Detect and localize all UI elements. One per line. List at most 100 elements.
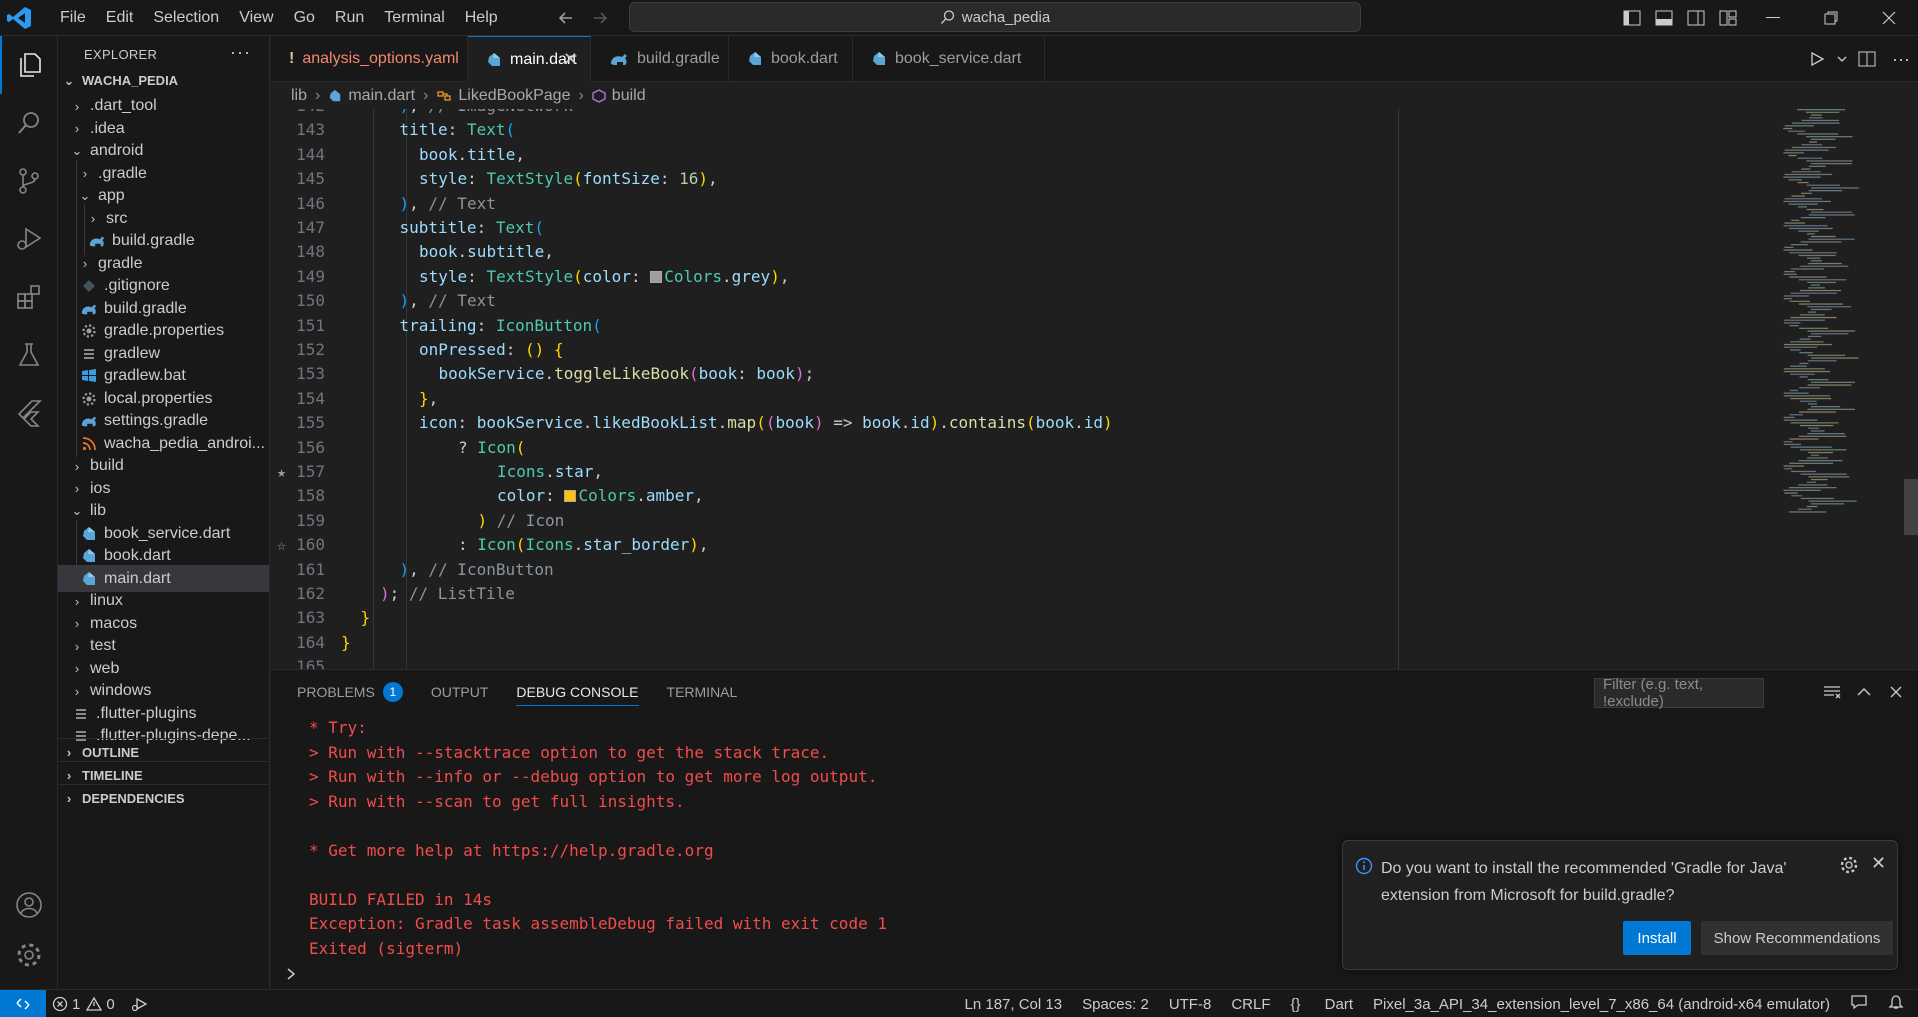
minimap-line (1783, 368, 1825, 370)
indentation[interactable]: Spaces: 2 (1082, 996, 1149, 1013)
console-line: BUILD FAILED in 14s (309, 889, 493, 909)
project-root[interactable]: ⌄ WACHA_PEDIA (58, 67, 269, 94)
run-icon[interactable] (1800, 51, 1834, 67)
code-text: subtitle: Text( (399, 218, 545, 237)
chevron-down-icon[interactable] (1834, 55, 1850, 63)
problems-status[interactable]: 1 0 (52, 990, 149, 1017)
debug-icon[interactable] (131, 996, 149, 1012)
menu-terminal[interactable]: Terminal (374, 9, 454, 27)
customize-layout-icon[interactable] (1712, 0, 1744, 36)
encoding[interactable]: UTF-8 (1169, 996, 1212, 1013)
split-editor-icon[interactable] (1850, 51, 1884, 67)
more-actions-icon[interactable]: ··· (1884, 49, 1918, 70)
remote-indicator-icon[interactable] (0, 990, 46, 1017)
command-center-search[interactable]: wacha_pedia (629, 2, 1361, 32)
search-view-icon[interactable] (0, 94, 58, 152)
minimap-line (1811, 357, 1859, 359)
testing-flask-icon[interactable] (0, 326, 58, 384)
tab-problems[interactable]: PROBLEMS 1 (297, 670, 403, 714)
close-panel-icon[interactable] (1880, 678, 1912, 706)
activity-bar (0, 36, 58, 989)
tab-terminal[interactable]: TERMINAL (667, 670, 738, 714)
manage-gear-icon[interactable] (0, 926, 58, 984)
gear-icon[interactable] (1839, 855, 1859, 875)
minimap-line (1801, 192, 1812, 194)
gear-icon (80, 391, 98, 407)
menu-selection[interactable]: Selection (143, 9, 229, 27)
minimap-line (1790, 268, 1825, 270)
tab-analysis-options[interactable]: ! analysis_options.yaml 1 (271, 36, 476, 82)
install-button[interactable]: Install (1623, 921, 1691, 955)
restore-icon[interactable] (1802, 0, 1860, 36)
tab-build-gradle[interactable]: build.gradle (591, 36, 729, 82)
filter-input[interactable]: Filter (e.g. text, !exclude) (1594, 676, 1764, 710)
minimap-line (1798, 508, 1812, 510)
menu-edit[interactable]: Edit (96, 9, 144, 27)
device-selector[interactable]: Pixel_3a_API_34_extension_level_7_x86_64… (1373, 996, 1830, 1013)
minimize-icon[interactable] (1744, 0, 1802, 36)
minimap-line (1806, 233, 1816, 235)
tab-debug-console[interactable]: DEBUG CONSOLE (516, 670, 639, 714)
notifications-bell-icon[interactable] (1888, 994, 1904, 1014)
menu-help[interactable]: Help (455, 9, 508, 27)
clear-console-icon[interactable] (1816, 678, 1848, 706)
close-tab-icon[interactable]: ✕ (563, 49, 578, 70)
close-toast-icon[interactable]: ✕ (1871, 853, 1886, 874)
menu-view[interactable]: View (229, 9, 283, 27)
minimap-line (1783, 489, 1821, 491)
line-number: 147 (296, 218, 325, 237)
chevron-right-icon: › (74, 661, 80, 676)
source-control-icon[interactable] (0, 152, 58, 210)
nav-arrows-icon[interactable] (556, 6, 610, 30)
minimap-line (1806, 505, 1818, 508)
dart-icon (80, 526, 98, 542)
explorer-icon[interactable] (0, 36, 58, 94)
minimap-line (1807, 281, 1837, 284)
dependencies-section[interactable]: › DEPENDENCIES (58, 784, 269, 811)
minimap-line (1800, 424, 1834, 427)
flutter-icon[interactable] (0, 384, 58, 442)
breadcrumb-method[interactable]: build (612, 87, 646, 105)
run-debug-icon[interactable] (0, 210, 58, 268)
toggle-panel-icon[interactable] (1648, 0, 1680, 36)
maximize-panel-icon[interactable] (1848, 678, 1880, 706)
cursor-position[interactable]: Ln 187, Col 13 (965, 996, 1063, 1013)
menu-file[interactable]: File (50, 9, 96, 27)
code-editor[interactable]: 142), // ImageNetwork 143 title: Text(144 b… (271, 109, 1918, 669)
minimap-line (1790, 292, 1837, 294)
code-line: 161), // IconButton (271, 558, 1918, 582)
menu-run[interactable]: Run (325, 9, 374, 27)
tab-output[interactable]: OUTPUT (431, 670, 489, 714)
console-line: > Run with --stacktrace option to get th… (309, 742, 830, 762)
tab-main-dart[interactable]: main.dart ✕ (468, 36, 591, 82)
minimap-line (1808, 190, 1843, 192)
toggle-sidebar-icon[interactable] (1616, 0, 1648, 36)
menu-go[interactable]: Go (284, 9, 325, 27)
code-line: 154}, (271, 387, 1918, 411)
chevron-right-icon: › (82, 166, 88, 181)
code-text: ); // ListTile (380, 584, 515, 603)
more-actions-icon[interactable]: ··· (230, 42, 251, 63)
close-window-icon[interactable] (1860, 0, 1918, 36)
minimap[interactable] (1781, 109, 1911, 669)
console-input-prompt-icon[interactable] (285, 967, 297, 986)
code-text: ), // Text (399, 291, 496, 311)
feedback-icon[interactable] (1850, 994, 1868, 1014)
tab-book-dart[interactable]: book.dart (729, 36, 853, 82)
minimap-line (1797, 206, 1807, 208)
line-number: 158 (296, 486, 325, 506)
language-mode[interactable]: {} Dart (1290, 996, 1353, 1013)
extensions-icon[interactable] (0, 268, 58, 326)
breadcrumb-class[interactable]: LikedBookPage (458, 87, 570, 105)
toggle-secondary-sidebar-icon[interactable] (1680, 0, 1712, 36)
line-ending[interactable]: CRLF (1231, 996, 1270, 1013)
vertical-scrollbar[interactable] (1904, 479, 1918, 535)
code-line: 142), // ImageNetwork (271, 109, 1918, 118)
breadcrumb-file[interactable]: main.dart (348, 87, 415, 105)
show-recommendations-button[interactable]: Show Recommendations (1701, 921, 1893, 955)
minimap-line (1790, 316, 1837, 319)
debug-console-output: * Try: > Run with --stacktrace option to … (309, 716, 887, 961)
breadcrumb-folder[interactable]: lib (291, 87, 307, 105)
minimap-line (1790, 341, 1824, 343)
tab-book-service-dart[interactable]: book_service.dart (853, 36, 1045, 82)
